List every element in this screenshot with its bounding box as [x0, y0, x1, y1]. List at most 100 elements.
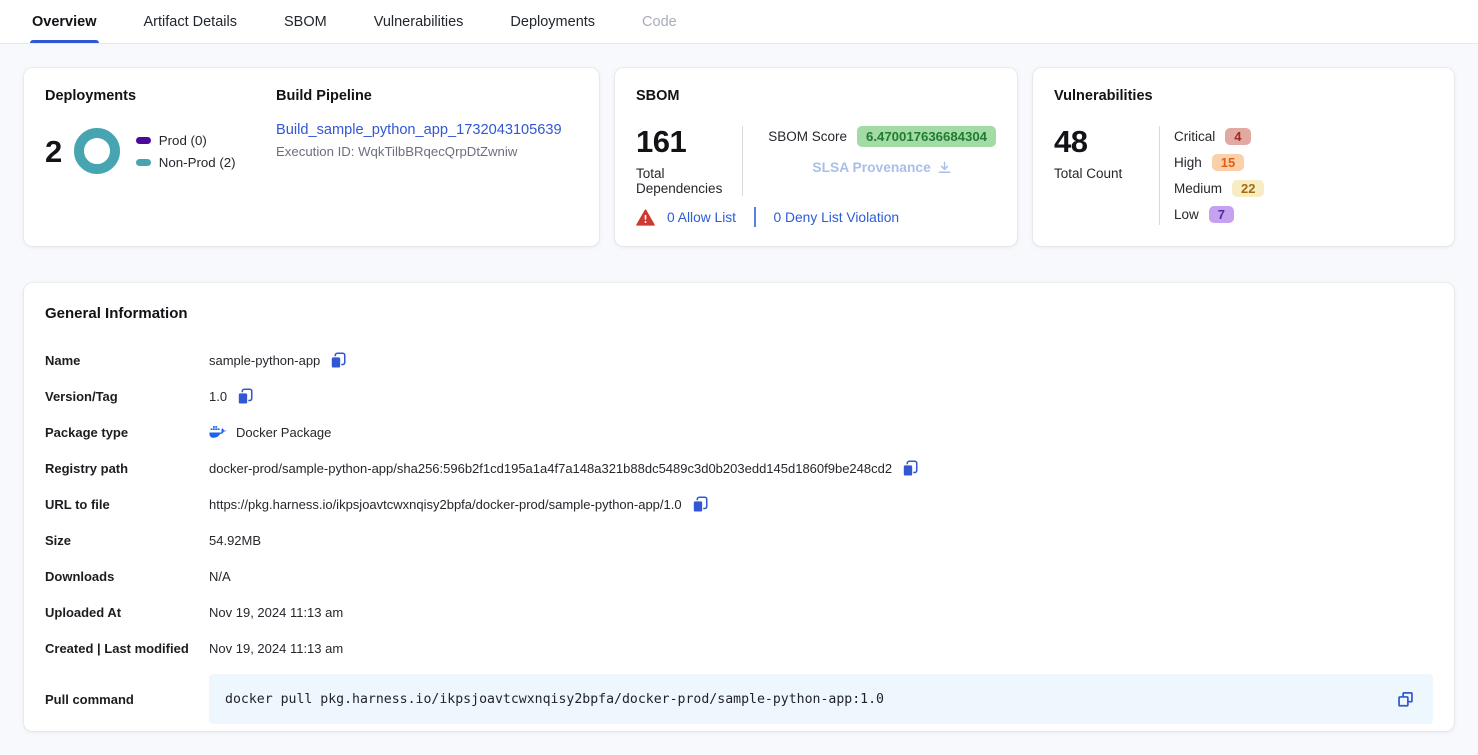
tab-deployments[interactable]: Deployments	[510, 0, 595, 43]
tab-bar: Overview Artifact Details SBOM Vulnerabi…	[0, 0, 1478, 44]
critical-label: Critical	[1174, 129, 1215, 144]
critical-count-badge: 4	[1225, 128, 1250, 145]
sbom-totals: 161 Total Dependencies	[636, 126, 742, 196]
pull-command-text: docker pull pkg.harness.io/ikpsjoavtcwxn…	[225, 692, 884, 707]
pipeline-link[interactable]: Build_sample_python_app_1732043105639	[276, 122, 562, 138]
slsa-provenance-label: SLSA Provenance	[812, 160, 930, 175]
sbom-total-dependencies: 161	[636, 126, 742, 157]
nonprod-swatch	[136, 159, 151, 166]
vulnerabilities-total-count: 48	[1054, 126, 1159, 157]
uploaded-at-value: Nov 19, 2024 11:13 am	[209, 605, 343, 620]
sbom-score-badge: 6.470017636684304	[857, 126, 996, 147]
sbom-score-label: SBOM Score	[768, 129, 847, 144]
high-label: High	[1174, 155, 1202, 170]
copy-icon	[329, 351, 347, 369]
info-row-created-modified: Created | Last modified Nov 19, 2024 11:…	[45, 630, 1433, 666]
download-icon	[937, 160, 952, 175]
name-label: Name	[45, 353, 209, 368]
pull-command-box: docker pull pkg.harness.io/ikpsjoavtcwxn…	[209, 674, 1433, 724]
deployments-legend: Prod (0) Non-Prod (2)	[136, 133, 236, 170]
deployments-card: Deployments 2 Prod (0) Non-Prod (2)	[24, 68, 599, 246]
deployments-title: Deployments	[45, 88, 276, 104]
info-row-pull-command: Pull command docker pull pkg.harness.io/…	[45, 674, 1433, 724]
general-information-title: General Information	[45, 305, 1433, 322]
build-pipeline-title: Build Pipeline	[276, 88, 578, 104]
links-divider	[754, 207, 756, 227]
warning-icon	[636, 209, 655, 226]
info-row-registry-path: Registry path docker-prod/sample-python-…	[45, 450, 1433, 486]
tab-vulnerabilities[interactable]: Vulnerabilities	[374, 0, 464, 43]
legend-item-prod: Prod (0)	[136, 133, 236, 148]
copy-pull-command-button[interactable]	[1396, 690, 1415, 709]
copy-icon	[901, 459, 919, 477]
info-row-size: Size 54.92MB	[45, 522, 1433, 558]
severity-row-medium: Medium 22	[1174, 178, 1264, 199]
nonprod-label: Non-Prod (2)	[159, 155, 236, 170]
slsa-provenance-link[interactable]: SLSA Provenance	[768, 160, 996, 175]
sbom-policy-links: 0 Allow List 0 Deny List Violation	[636, 207, 899, 227]
created-modified-label: Created | Last modified	[45, 641, 209, 656]
name-value: sample-python-app	[209, 353, 320, 368]
build-pipeline-section: Build Pipeline Build_sample_python_app_1…	[276, 88, 578, 226]
medium-label: Medium	[1174, 181, 1222, 196]
tab-artifact-details[interactable]: Artifact Details	[144, 0, 237, 43]
allow-list-link[interactable]: 0 Allow List	[667, 210, 736, 225]
sbom-total-label: Total Dependencies	[636, 166, 742, 196]
sbom-score-section: SBOM Score 6.470017636684304 SLSA Proven…	[743, 126, 996, 175]
general-information-card: General Information Name sample-python-a…	[24, 283, 1454, 731]
execution-id: Execution ID: WqkTilbBRqecQrpDtZwniw	[276, 144, 578, 159]
registry-path-label: Registry path	[45, 461, 209, 476]
vulnerabilities-card: Vulnerabilities 48 Total Count Critical …	[1033, 68, 1454, 246]
url-value: https://pkg.harness.io/ikpsjoavtcwxnqisy…	[209, 497, 682, 512]
downloads-label: Downloads	[45, 569, 209, 584]
page-content: Deployments 2 Prod (0) Non-Prod (2)	[0, 44, 1478, 755]
low-count-badge: 7	[1209, 206, 1234, 223]
vulnerabilities-totals: 48 Total Count	[1054, 126, 1159, 225]
copy-icon	[691, 495, 709, 513]
severity-row-high: High 15	[1174, 152, 1264, 173]
prod-swatch	[136, 137, 151, 144]
low-label: Low	[1174, 207, 1199, 222]
copy-icon	[236, 387, 254, 405]
vulnerabilities-total-label: Total Count	[1054, 166, 1159, 181]
copy-url-button[interactable]	[691, 495, 709, 513]
created-modified-value: Nov 19, 2024 11:13 am	[209, 641, 343, 656]
size-value: 54.92MB	[209, 533, 261, 548]
severity-row-low: Low 7	[1174, 204, 1264, 225]
copy-outline-icon	[1396, 690, 1415, 709]
copy-version-button[interactable]	[236, 387, 254, 405]
registry-path-value: docker-prod/sample-python-app/sha256:596…	[209, 461, 892, 476]
info-row-url: URL to file https://pkg.harness.io/ikpsj…	[45, 486, 1433, 522]
info-row-package-type: Package type Docker Package	[45, 414, 1433, 450]
package-type-label: Package type	[45, 425, 209, 440]
info-row-downloads: Downloads N/A	[45, 558, 1433, 594]
tab-sbom[interactable]: SBOM	[284, 0, 327, 43]
tab-overview[interactable]: Overview	[32, 0, 97, 43]
pull-command-label: Pull command	[45, 692, 209, 707]
copy-name-button[interactable]	[329, 351, 347, 369]
deployments-donut-chart	[74, 128, 120, 174]
severity-row-critical: Critical 4	[1174, 126, 1264, 147]
downloads-value: N/A	[209, 569, 231, 584]
uploaded-at-label: Uploaded At	[45, 605, 209, 620]
prod-label: Prod (0)	[159, 133, 207, 148]
copy-registry-path-button[interactable]	[901, 459, 919, 477]
sbom-title: SBOM	[636, 88, 996, 104]
medium-count-badge: 22	[1232, 180, 1264, 197]
version-value: 1.0	[209, 389, 227, 404]
deployments-section: Deployments 2 Prod (0) Non-Prod (2)	[45, 88, 276, 226]
severity-list: Critical 4 High 15 Medium 22 Low 7	[1160, 126, 1264, 225]
sbom-card: SBOM 161 Total Dependencies SBOM Score 6…	[615, 68, 1017, 246]
size-label: Size	[45, 533, 209, 548]
url-label: URL to file	[45, 497, 209, 512]
info-row-version: Version/Tag 1.0	[45, 378, 1433, 414]
high-count-badge: 15	[1212, 154, 1244, 171]
deny-list-link[interactable]: 0 Deny List Violation	[774, 210, 900, 225]
deployments-total-count: 2	[45, 136, 62, 167]
legend-item-nonprod: Non-Prod (2)	[136, 155, 236, 170]
tab-code[interactable]: Code	[642, 0, 677, 43]
vulnerabilities-title: Vulnerabilities	[1054, 88, 1433, 104]
info-row-uploaded-at: Uploaded At Nov 19, 2024 11:13 am	[45, 594, 1433, 630]
summary-cards-row: Deployments 2 Prod (0) Non-Prod (2)	[24, 68, 1454, 246]
docker-icon	[209, 425, 227, 439]
